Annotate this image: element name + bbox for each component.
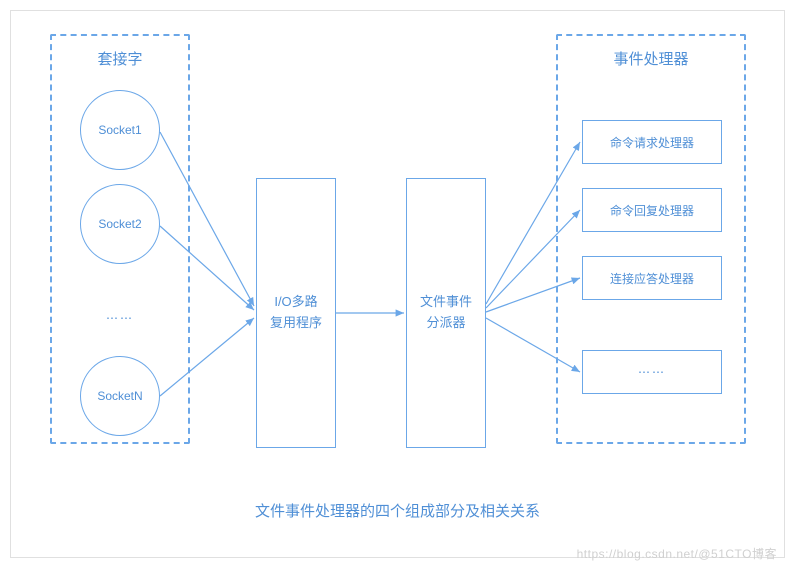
socket-ellipsis: ⋯⋯ — [80, 278, 160, 358]
handler-label: ⋯⋯ — [638, 365, 666, 379]
io-multiplexer-line1: I/O多路 — [274, 292, 317, 313]
handler-label: 命令请求处理器 — [610, 134, 694, 151]
handler-cmd-reply: 命令回复处理器 — [582, 188, 722, 232]
handler-cmd-request: 命令请求处理器 — [582, 120, 722, 164]
handler-ellipsis: ⋯⋯ — [582, 350, 722, 394]
socket-node-1: Socket1 — [80, 90, 160, 170]
socket-node-n: SocketN — [80, 356, 160, 436]
watermark-text: https://blog.csdn.net/@51CTO博客 — [577, 545, 777, 562]
socket-label: SocketN — [97, 389, 142, 403]
diagram-caption: 文件事件处理器的四个组成部分及相关关系 — [0, 500, 795, 521]
handler-label: 命令回复处理器 — [610, 202, 694, 219]
handler-conn-accept: 连接应答处理器 — [582, 256, 722, 300]
ellipsis-label: ⋯⋯ — [106, 311, 134, 325]
handler-label: 连接应答处理器 — [610, 270, 694, 287]
dispatcher-box: 文件事件 分派器 — [406, 178, 486, 448]
socket-label: Socket1 — [98, 123, 141, 137]
socket-node-2: Socket2 — [80, 184, 160, 264]
io-multiplexer-box: I/O多路 复用程序 — [256, 178, 336, 448]
handlers-panel-title: 事件处理器 — [558, 36, 744, 69]
io-multiplexer-line2: 复用程序 — [270, 313, 322, 334]
socket-label: Socket2 — [98, 217, 141, 231]
dispatcher-line2: 分派器 — [426, 313, 465, 334]
dispatcher-line1: 文件事件 — [420, 292, 472, 313]
sockets-panel-title: 套接字 — [52, 36, 188, 69]
